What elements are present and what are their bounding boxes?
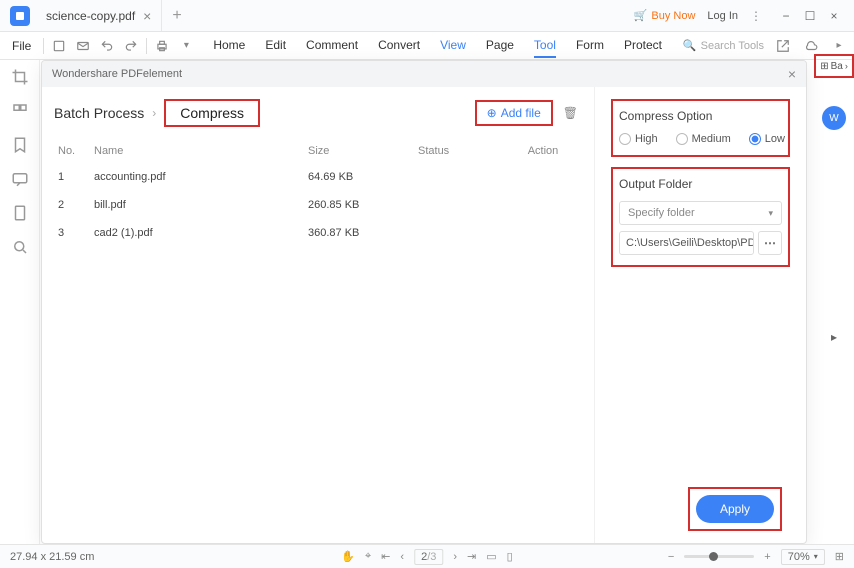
tab-home[interactable]: Home: [213, 34, 245, 58]
tab-view[interactable]: View: [440, 34, 466, 58]
table-row[interactable]: 3 cad2 (1).pdf 360.87 KB: [54, 219, 578, 247]
page-dimensions: 27.94 x 21.59 cm: [10, 551, 94, 563]
mail-icon[interactable]: [74, 37, 92, 55]
close-window-button[interactable]: ×: [822, 4, 846, 28]
view-mode-icon[interactable]: ⊞: [835, 550, 844, 563]
page-number-input[interactable]: 2/3: [414, 549, 443, 565]
next-page-icon[interactable]: ›: [453, 551, 457, 563]
dialog-close-button[interactable]: ×: [788, 66, 796, 82]
tab-edit[interactable]: Edit: [265, 34, 286, 58]
undo-icon[interactable]: [98, 37, 116, 55]
tab-convert[interactable]: Convert: [378, 34, 420, 58]
output-folder-select[interactable]: Specify folder ▾: [619, 201, 782, 225]
apply-area: Apply: [688, 487, 782, 531]
add-file-button[interactable]: ⊕ Add file: [475, 100, 553, 126]
buy-now-link[interactable]: 🛒 Buy Now: [634, 9, 696, 22]
close-tab-icon[interactable]: ×: [143, 8, 151, 24]
log-in-link[interactable]: Log In: [707, 10, 738, 22]
comment-icon[interactable]: [11, 170, 29, 188]
search-panel-icon[interactable]: [11, 238, 29, 256]
tab-form[interactable]: Form: [576, 34, 604, 58]
tab-tool[interactable]: Tool: [534, 34, 556, 58]
tab-protect[interactable]: Protect: [624, 34, 662, 58]
word-export-icon[interactable]: W: [822, 106, 846, 130]
col-name: Name: [94, 145, 308, 157]
app-logo-icon: [10, 6, 30, 26]
breadcrumb-root[interactable]: Batch Process: [54, 105, 144, 121]
hand-tool-icon[interactable]: ✋: [341, 550, 355, 563]
dialog-title: Wondershare PDFelement: [52, 68, 182, 80]
tab-title: science-copy.pdf: [46, 9, 135, 23]
tab-page[interactable]: Page: [486, 34, 514, 58]
col-no: No.: [54, 145, 94, 157]
fit-width-icon[interactable]: ▭: [486, 550, 496, 563]
maximize-button[interactable]: ☐: [798, 4, 822, 28]
select-tool-icon[interactable]: ⌖: [365, 550, 371, 563]
browse-button[interactable]: ⋯: [758, 231, 782, 255]
print-icon[interactable]: [153, 37, 171, 55]
zoom-in-icon[interactable]: +: [764, 551, 770, 563]
tab-comment[interactable]: Comment: [306, 34, 358, 58]
new-tab-button[interactable]: +: [162, 7, 191, 25]
col-action: Action: [508, 145, 578, 157]
zoom-level-select[interactable]: 70%▾: [781, 549, 825, 565]
expand-panel-icon[interactable]: ▸: [831, 330, 837, 344]
batch-compress-dialog: Wondershare PDFelement × Batch Process ›…: [41, 60, 807, 544]
col-size: Size: [308, 145, 418, 157]
zoom-out-icon[interactable]: −: [668, 551, 674, 563]
file-table: No. Name Size Status Action 1 accounting…: [54, 139, 578, 247]
chevron-down-icon: ▾: [768, 208, 773, 219]
radio-medium[interactable]: Medium: [676, 133, 731, 145]
table-row[interactable]: 1 accounting.pdf 64.69 KB: [54, 163, 578, 191]
cloud-icon[interactable]: [802, 37, 820, 55]
output-folder-title: Output Folder: [619, 177, 782, 191]
compress-option-title: Compress Option: [619, 109, 782, 123]
search-tools-input[interactable]: 🔍 Search Tools: [683, 39, 764, 52]
output-path-input[interactable]: C:\Users\Geili\Desktop\PDFelement\Op: [619, 231, 754, 255]
thumbnail-icon[interactable]: [11, 102, 29, 120]
breadcrumb: Batch Process › Compress ⊕ Add file 🗑: [54, 99, 578, 127]
save-icon[interactable]: [50, 37, 68, 55]
search-icon: 🔍: [683, 39, 697, 52]
breadcrumb-current: Compress: [164, 99, 260, 127]
fit-page-icon[interactable]: ▯: [507, 550, 513, 563]
chevron-down-icon[interactable]: ▾: [177, 37, 195, 55]
compress-option-group: Compress Option High Medium Low: [611, 99, 790, 157]
chevron-right-icon[interactable]: ▸: [830, 37, 848, 55]
radio-high[interactable]: High: [619, 133, 658, 145]
plus-circle-icon: ⊕: [487, 106, 497, 120]
crop-icon[interactable]: [11, 68, 29, 86]
table-row[interactable]: 2 bill.pdf 260.85 KB: [54, 191, 578, 219]
cart-icon: 🛒: [634, 9, 648, 22]
apply-button[interactable]: Apply: [696, 495, 774, 523]
minimize-button[interactable]: −: [774, 4, 798, 28]
chevron-right-icon: ›: [152, 106, 156, 120]
prev-page-icon[interactable]: ‹: [400, 551, 404, 563]
document-tab[interactable]: science-copy.pdf ×: [36, 0, 162, 31]
bookmark-icon[interactable]: [11, 136, 29, 154]
file-menu[interactable]: File: [6, 39, 37, 53]
output-folder-group: Output Folder Specify folder ▾ C:\Users\…: [611, 167, 790, 267]
last-page-icon[interactable]: ⇥: [467, 550, 476, 563]
attachment-icon[interactable]: [11, 204, 29, 222]
zoom-slider[interactable]: [684, 555, 754, 558]
share-icon[interactable]: [774, 37, 792, 55]
trash-icon[interactable]: 🗑: [563, 106, 578, 120]
radio-low[interactable]: Low: [749, 133, 785, 145]
redo-icon[interactable]: [122, 37, 140, 55]
first-page-icon[interactable]: ⇤: [381, 550, 390, 563]
kebab-menu-icon[interactable]: ⋮: [750, 9, 762, 23]
col-status: Status: [418, 145, 508, 157]
